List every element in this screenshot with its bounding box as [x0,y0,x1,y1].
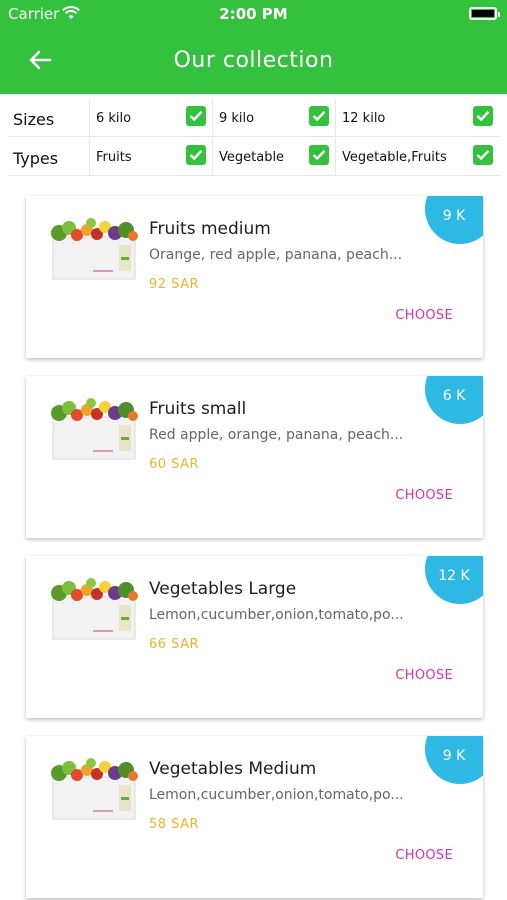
size-badge-label: 9 K [442,208,466,224]
size-option-6-kilo[interactable]: 6 kilo [89,99,211,137]
status-time: 2:00 PM [219,5,288,23]
product-price: 66 SAR [149,637,200,652]
size-badge-label: 12 K [438,568,470,584]
product-price: 60 SAR [149,457,200,472]
product-card[interactable]: Fruits small Red apple, orange, panana, … [26,376,483,538]
checkbox-checked-icon[interactable] [473,145,493,165]
option-label: 6 kilo [96,111,132,126]
product-description: Red apple, orange, panana, peach... [149,427,404,443]
type-option-fruits[interactable]: Fruits [89,138,211,176]
size-badge-label: 9 K [442,748,466,764]
checkbox-checked-icon[interactable] [186,106,206,126]
product-price: 92 SAR [149,277,200,292]
size-option-9-kilo[interactable]: 9 kilo [212,99,334,137]
vegetable-box-icon [51,398,138,460]
product-description: Lemon,cucumber,onion,tomato,po... [149,787,404,803]
option-label: Fruits [96,150,132,165]
product-card[interactable]: Fruits medium Orange, red apple, panana,… [26,196,483,358]
battery-icon [469,7,500,20]
vegetable-box-icon [51,758,138,820]
app-header: Carrier 2:00 PM Our collection [0,0,507,94]
size-badge: 9 K [425,196,483,244]
filter-table: Sizes 6 kilo 9 kilo 12 kilo Types Fruits… [8,99,500,178]
product-description: Lemon,cucumber,onion,tomato,po... [149,607,404,623]
product-name: Vegetables Medium [149,759,317,779]
option-label: 12 kilo [342,111,386,126]
type-option-vegetable-fruits[interactable]: Vegetable,Fruits [335,138,500,176]
types-row: Types Fruits Vegetable Vegetable,Fruits [8,138,500,176]
checkbox-checked-icon[interactable] [186,145,206,165]
vegetable-box-icon [51,578,138,640]
size-option-12-kilo[interactable]: 12 kilo [335,99,500,137]
choose-button[interactable]: CHOOSE [395,308,453,323]
size-badge: 12 K [425,556,483,604]
sizes-row: Sizes 6 kilo 9 kilo 12 kilo [8,99,500,137]
types-label: Types [13,149,59,168]
product-name: Fruits medium [149,219,271,239]
size-badge: 6 K [425,376,483,424]
product-card[interactable]: Vegetables Large Lemon,cucumber,onion,to… [26,556,483,718]
product-price: 58 SAR [149,817,200,832]
product-name: Fruits small [149,399,247,419]
product-description: Orange, red apple, panana, peach... [149,247,403,263]
product-name: Vegetables Large [149,579,297,599]
option-label: Vegetable,Fruits [342,150,447,165]
product-card[interactable]: Vegetables Medium Lemon,cucumber,onion,t… [26,736,483,898]
choose-button[interactable]: CHOOSE [395,488,453,503]
checkbox-checked-icon[interactable] [473,106,493,126]
checkbox-checked-icon[interactable] [309,106,329,126]
checkbox-checked-icon[interactable] [309,145,329,165]
option-label: Vegetable [219,150,285,165]
sizes-label: Sizes [13,110,55,129]
status-bar: Carrier 2:00 PM [0,0,507,28]
size-badge-label: 6 K [442,388,466,404]
choose-button[interactable]: CHOOSE [395,848,453,863]
size-badge: 9 K [425,736,483,784]
page-title: Our collection [173,48,334,73]
type-option-vegetable[interactable]: Vegetable [212,138,334,176]
vegetable-box-icon [51,218,138,280]
choose-button[interactable]: CHOOSE [395,668,453,683]
option-label: 9 kilo [219,111,255,126]
